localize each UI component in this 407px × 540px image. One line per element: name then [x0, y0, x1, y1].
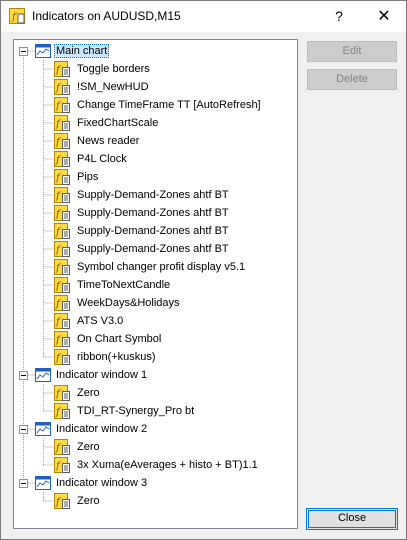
tree-item[interactable]: !SM_NewHUD — [75, 78, 151, 96]
tree-item[interactable]: Supply-Demand-Zones ahtf BT — [75, 204, 231, 222]
custom-indicator-icon: f — [54, 493, 70, 509]
tree-item[interactable]: Pips — [75, 168, 100, 186]
tree-item-label: WeekDays&Holidays — [77, 297, 180, 309]
tree-item-label: On Chart Symbol — [77, 333, 162, 345]
tree-item[interactable]: Toggle borders — [75, 60, 152, 78]
tree-item[interactable]: TimeToNextCandle — [75, 276, 172, 294]
tree-item[interactable]: 3x Xuma(eAverages + histo + BT)1.1 — [75, 456, 260, 474]
tree-item-label: Zero — [77, 441, 100, 453]
tree-item[interactable]: FixedChartScale — [75, 114, 160, 132]
custom-indicator-icon: f — [54, 115, 70, 131]
tree-item-label: ATS V3.0 — [77, 315, 124, 327]
custom-indicator-icon: f — [54, 295, 70, 311]
tree-item-label: 3x Xuma(eAverages + histo + BT)1.1 — [77, 459, 258, 471]
tree-item[interactable]: Supply-Demand-Zones ahtf BT — [75, 222, 231, 240]
tree-group-3[interactable]: Indicator window 3 — [54, 474, 149, 492]
tree-item-label: Pips — [77, 171, 99, 183]
tree-item-label: Toggle borders — [77, 63, 150, 75]
custom-indicator-icon: f — [54, 403, 70, 419]
tree-item-label: Supply-Demand-Zones ahtf BT — [77, 225, 229, 237]
tree-item[interactable]: ribbon(+kuskus) — [75, 348, 158, 366]
collapse-toggle[interactable] — [19, 371, 28, 380]
tree-item[interactable]: P4L Clock — [75, 150, 129, 168]
tree-item-label: Supply-Demand-Zones ahtf BT — [77, 207, 229, 219]
title-bar: f Indicators on AUDUSD,M15 ? ✕ — [1, 1, 406, 32]
custom-indicator-icon: f — [54, 313, 70, 329]
custom-indicator-icon: f — [54, 223, 70, 239]
indicators-dialog: f Indicators on AUDUSD,M15 ? ✕ Main char… — [0, 0, 407, 540]
indicator-list-icon: f — [9, 8, 25, 24]
delete-button[interactable]: Delete — [307, 69, 397, 90]
custom-indicator-icon: f — [54, 187, 70, 203]
close-button[interactable]: Close — [306, 508, 398, 530]
tree-group-0[interactable]: Main chart — [54, 42, 110, 60]
tree-item[interactable]: Change TimeFrame TT [AutoRefresh] — [75, 96, 263, 114]
tree-group-1[interactable]: Indicator window 1 — [54, 366, 149, 384]
tree-item-label: TDI_RT-Synergy_Pro bt — [77, 405, 195, 417]
tree-item[interactable]: Symbol changer profit display v5.1 — [75, 258, 247, 276]
custom-indicator-icon: f — [54, 79, 70, 95]
custom-indicator-icon: f — [54, 133, 70, 149]
tree-group-label: Indicator window 1 — [56, 369, 148, 381]
tree-group-label: Main chart — [54, 44, 110, 58]
tree-item[interactable]: Supply-Demand-Zones ahtf BT — [75, 240, 231, 258]
tree-item[interactable]: WeekDays&Holidays — [75, 294, 182, 312]
tree-item[interactable]: TDI_RT-Synergy_Pro bt — [75, 402, 196, 420]
tree-item-label: Supply-Demand-Zones ahtf BT — [77, 243, 229, 255]
tree-item[interactable]: Zero — [75, 492, 102, 510]
tree-item-label: TimeToNextCandle — [77, 279, 171, 291]
chart-window-icon — [35, 422, 51, 436]
help-button[interactable]: ? — [317, 1, 361, 32]
custom-indicator-icon: f — [54, 151, 70, 167]
tree-item[interactable]: ATS V3.0 — [75, 312, 125, 330]
custom-indicator-icon: f — [54, 331, 70, 347]
indicator-tree[interactable]: Main chart f Toggle borders f !SM_NewHUD f Cha… — [13, 39, 298, 529]
custom-indicator-icon: f — [54, 169, 70, 185]
tree-item[interactable]: Zero — [75, 384, 102, 402]
custom-indicator-icon: f — [54, 385, 70, 401]
tree-group-label: Indicator window 2 — [56, 423, 148, 435]
tree-item-label: Symbol changer profit display v5.1 — [77, 261, 246, 273]
collapse-toggle[interactable] — [19, 425, 28, 434]
custom-indicator-icon: f — [54, 439, 70, 455]
custom-indicator-icon: f — [54, 457, 70, 473]
tree-group-2[interactable]: Indicator window 2 — [54, 420, 149, 438]
tree-item[interactable]: Supply-Demand-Zones ahtf BT — [75, 186, 231, 204]
chart-window-icon — [35, 44, 51, 58]
collapse-toggle[interactable] — [19, 479, 28, 488]
tree-item[interactable]: Zero — [75, 438, 102, 456]
custom-indicator-icon: f — [54, 61, 70, 77]
tree-item-label: Zero — [77, 495, 100, 507]
window-title: Indicators on AUDUSD,M15 — [32, 9, 181, 23]
tree-group-label: Indicator window 3 — [56, 477, 148, 489]
custom-indicator-icon: f — [54, 241, 70, 257]
tree-item-label: P4L Clock — [77, 153, 127, 165]
tree-item-label: !SM_NewHUD — [77, 81, 149, 93]
custom-indicator-icon: f — [54, 277, 70, 293]
collapse-toggle[interactable] — [19, 47, 28, 56]
tree-item-label: Change TimeFrame TT [AutoRefresh] — [77, 99, 261, 111]
window-close-button[interactable]: ✕ — [362, 1, 406, 32]
custom-indicator-icon: f — [54, 205, 70, 221]
edit-button[interactable]: Edit — [307, 41, 397, 62]
tree-item-label: ribbon(+kuskus) — [77, 351, 156, 363]
tree-item[interactable]: News reader — [75, 132, 141, 150]
chart-window-icon — [35, 368, 51, 382]
tree-item-label: Zero — [77, 387, 100, 399]
custom-indicator-icon: f — [54, 97, 70, 113]
tree-item-label: FixedChartScale — [77, 117, 159, 129]
tree-item[interactable]: On Chart Symbol — [75, 330, 163, 348]
tree-item-label: Supply-Demand-Zones ahtf BT — [77, 189, 229, 201]
chart-window-icon — [35, 476, 51, 490]
custom-indicator-icon: f — [54, 259, 70, 275]
tree-item-label: News reader — [77, 135, 140, 147]
custom-indicator-icon: f — [54, 349, 70, 365]
